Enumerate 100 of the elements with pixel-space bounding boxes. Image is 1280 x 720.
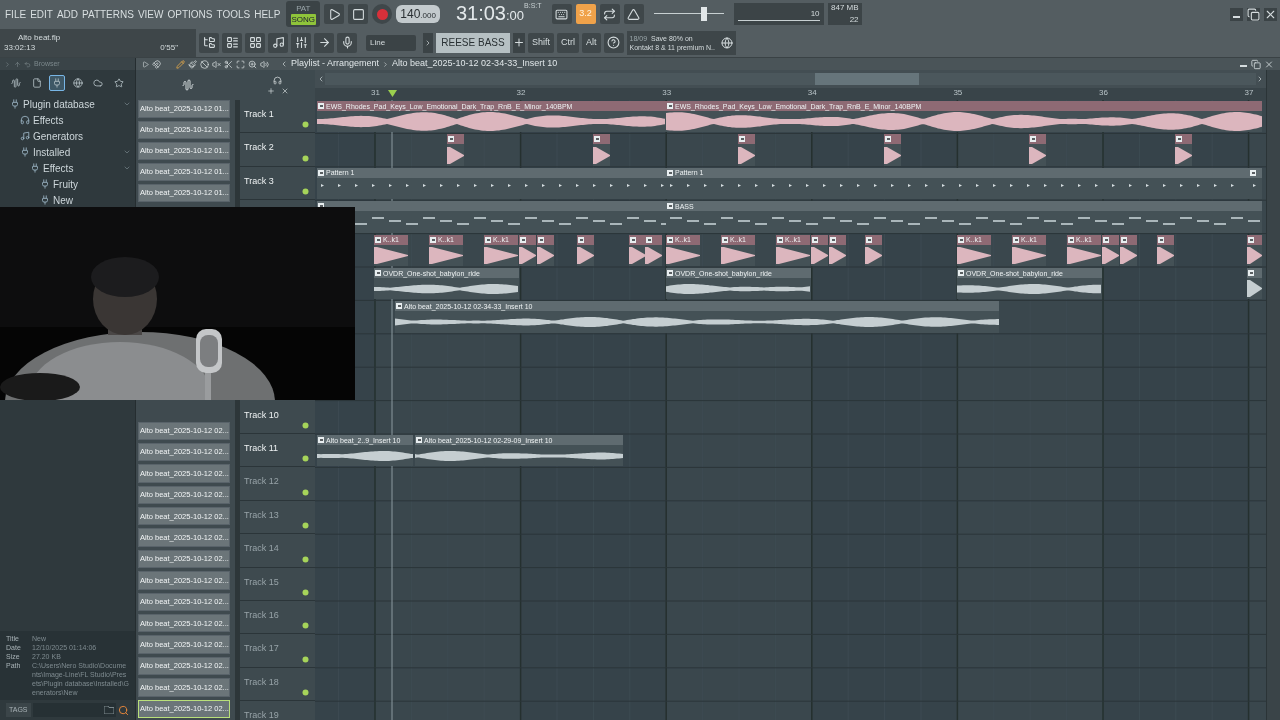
tree-item[interactable]: Fruity xyxy=(0,176,135,192)
globe-icon xyxy=(72,78,83,88)
arrow-button[interactable] xyxy=(314,32,334,53)
menu-item[interactable]: TOOLS xyxy=(214,6,253,22)
menu-item[interactable]: HELP xyxy=(252,6,283,22)
slider-thumb[interactable] xyxy=(700,7,707,21)
waveform xyxy=(721,246,755,264)
keyboard-icon xyxy=(555,7,569,21)
tree-label: Effects xyxy=(33,113,64,128)
playlist-clip[interactable] xyxy=(593,134,610,166)
modifier-button[interactable]: Shift xyxy=(528,32,554,53)
playhead-marker[interactable] xyxy=(388,90,397,97)
restore-icon xyxy=(1247,7,1260,21)
volume-slider[interactable] xyxy=(653,5,724,23)
typing-keyboard-button[interactable] xyxy=(551,4,572,24)
tree-item[interactable]: Effects xyxy=(0,160,135,176)
project-time: 33:02:13 xyxy=(4,42,36,53)
browser-tab[interactable] xyxy=(49,75,66,91)
overview-scrollbar[interactable] xyxy=(325,73,1256,85)
stop-button[interactable] xyxy=(348,4,369,24)
tree-item[interactable]: Plugin database xyxy=(0,96,135,112)
channel-rack-button[interactable] xyxy=(222,32,242,53)
playlist-clip[interactable] xyxy=(884,134,901,166)
plugin-icon xyxy=(20,147,30,157)
waveform xyxy=(884,146,901,164)
clip-handle-icon xyxy=(667,236,673,243)
draw-mode-dropdown[interactable]: Line xyxy=(366,34,416,51)
playlist-clip[interactable] xyxy=(577,234,594,266)
restore-button[interactable] xyxy=(1247,7,1260,21)
clip-handle-icon xyxy=(1030,136,1036,143)
mode-toggle[interactable]: PAT SONG xyxy=(286,1,321,27)
playlist-clip[interactable] xyxy=(1102,234,1119,266)
waveform xyxy=(374,246,408,264)
menu-item[interactable]: OPTIONS xyxy=(165,6,215,22)
clip-handle-icon xyxy=(777,236,783,243)
clip-handle-icon xyxy=(375,270,381,276)
search-field[interactable] xyxy=(32,703,116,717)
breadcrumb-separator-icon xyxy=(382,60,390,68)
polyphony-value: 22 xyxy=(849,14,859,26)
close-button[interactable] xyxy=(1264,7,1277,21)
playlist-clip[interactable] xyxy=(447,134,464,166)
folder-tree-icon xyxy=(202,36,216,49)
tempo-fraction: .000 xyxy=(420,11,436,22)
playlist-clip[interactable] xyxy=(1175,134,1192,166)
help-button[interactable] xyxy=(603,32,624,53)
metronome-button[interactable] xyxy=(623,4,644,24)
modifier-button[interactable]: Alt xyxy=(582,32,601,53)
tree-item[interactable]: Installed xyxy=(0,144,135,160)
memory-value: 847 MB xyxy=(831,2,859,14)
pattern-selector[interactable]: REESE BASS xyxy=(436,32,510,53)
scroll-left-icon xyxy=(317,75,325,83)
restore-button[interactable] xyxy=(1251,59,1261,69)
playlist-clip[interactable] xyxy=(829,234,846,266)
arrow-icon xyxy=(317,36,331,49)
menu-item[interactable]: ADD xyxy=(54,6,81,22)
clip-handle-icon xyxy=(485,236,491,243)
mode-option[interactable]: PAT xyxy=(295,3,312,14)
clip-handle-icon xyxy=(396,303,402,310)
playlist-clip[interactable] xyxy=(519,234,536,266)
playlist-clip[interactable] xyxy=(865,234,882,266)
plugin-icon xyxy=(40,195,50,205)
status-dot xyxy=(302,154,309,162)
minimize-button[interactable] xyxy=(1230,7,1243,21)
menu-item[interactable]: PATTERNS xyxy=(80,6,136,22)
tree-item[interactable]: New xyxy=(0,192,135,208)
tree-item[interactable]: Effects xyxy=(0,112,135,128)
list-icon xyxy=(225,36,239,49)
plus-icon xyxy=(513,36,525,49)
note-marks xyxy=(1253,183,1256,187)
loop-button[interactable] xyxy=(599,4,620,24)
menu-item[interactable]: VIEW xyxy=(135,6,166,22)
mixer-button[interactable] xyxy=(291,32,311,53)
playlist-clip[interactable] xyxy=(811,234,828,266)
playlist-clip[interactable] xyxy=(1157,234,1174,266)
playlist-button[interactable] xyxy=(268,32,288,53)
playlist-clip[interactable] xyxy=(1120,234,1137,266)
waveform xyxy=(1247,246,1262,264)
scroll-right-icon xyxy=(1256,75,1264,83)
modifier-button[interactable]: Ctrl xyxy=(557,32,579,53)
tree-item[interactable]: Generators xyxy=(0,128,135,144)
browser-button[interactable] xyxy=(199,32,219,53)
playlist-clip[interactable] xyxy=(1247,234,1262,266)
folder-icon xyxy=(104,706,114,714)
piano-roll-button[interactable] xyxy=(245,32,265,53)
menu-item[interactable]: EDIT xyxy=(28,6,55,22)
playlist-clip[interactable] xyxy=(645,234,662,266)
playlist-clip[interactable] xyxy=(1029,134,1046,166)
bar-number: 32 xyxy=(516,88,526,98)
waveform xyxy=(577,246,594,264)
playlist-clip[interactable] xyxy=(537,234,554,266)
tempo-display[interactable]: 140.000 xyxy=(396,5,440,23)
record-audio-button[interactable] xyxy=(337,32,357,53)
playlist-clip[interactable] xyxy=(1249,167,1262,200)
menu-item[interactable]: FILE xyxy=(3,6,29,22)
track-label: Track 1 xyxy=(244,109,274,119)
playlist-clip[interactable] xyxy=(1247,268,1262,300)
playlist-clip[interactable] xyxy=(738,134,755,166)
play-button[interactable] xyxy=(324,4,345,24)
add-pattern-button[interactable] xyxy=(513,32,525,53)
mode-option[interactable]: SONG xyxy=(290,14,317,25)
